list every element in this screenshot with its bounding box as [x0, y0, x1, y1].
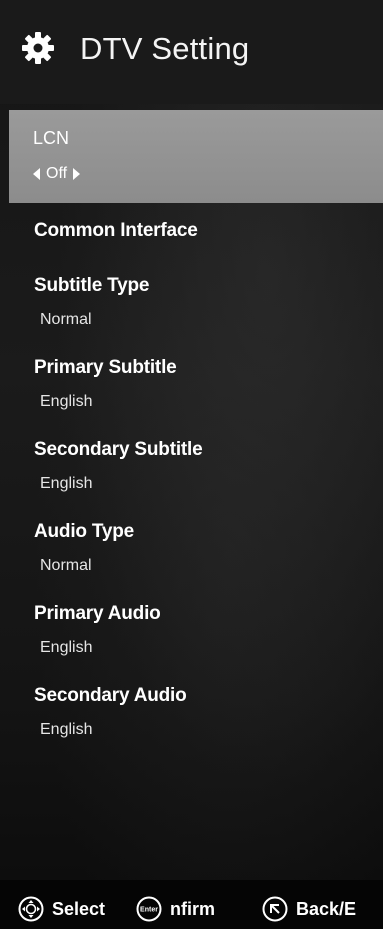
menu-item-value: English: [40, 475, 93, 492]
menu-item-value: English: [40, 721, 93, 738]
menu-item-primary-subtitle[interactable]: Primary Subtitle English: [34, 356, 364, 412]
dtv-setting-panel: DTV Setting LCN Off Common Interface Sub…: [0, 0, 383, 929]
back-hint: Back/E: [262, 896, 356, 922]
arrow-left-icon[interactable]: [33, 168, 40, 180]
menu-item-subtitle-type[interactable]: Subtitle Type Normal: [34, 274, 364, 330]
menu-item-value: English: [40, 639, 93, 656]
header: DTV Setting: [0, 0, 383, 104]
menu-item-primary-audio[interactable]: Primary Audio English: [34, 602, 364, 658]
enter-icon-text: Enter: [140, 907, 158, 914]
select-hint: Select: [18, 896, 105, 922]
select-label: Select: [52, 898, 106, 919]
back-icon: [262, 896, 288, 922]
lcn-value-selector[interactable]: Off: [33, 165, 81, 183]
page-title: DTV Setting: [80, 31, 250, 66]
menu-item-audio-type[interactable]: Audio Type Normal: [34, 520, 364, 576]
lcn-value: Off: [46, 165, 68, 182]
menu-item-secondary-subtitle[interactable]: Secondary Subtitle English: [34, 438, 364, 494]
enter-icon: Enter: [136, 896, 162, 922]
menu-item-label: Subtitle Type: [34, 275, 150, 296]
arrow-right-icon[interactable]: [73, 168, 81, 180]
menu-item-label: Primary Audio: [34, 603, 161, 624]
menu-item-label: Secondary Audio: [34, 685, 187, 706]
confirm-label: nfirm: [170, 898, 215, 919]
menu-item-label: Audio Type: [34, 521, 135, 542]
footer-hints: Select Enter nfirm Back/E: [0, 880, 383, 929]
menu-item-label: LCN: [33, 128, 70, 148]
confirm-hint: Enter nfirm: [136, 896, 215, 922]
dpad-icon: [18, 896, 44, 922]
menu-item-lcn[interactable]: LCN Off: [9, 110, 383, 203]
gear-icon: [22, 32, 54, 64]
menu-item-value: English: [40, 393, 93, 410]
back-label: Back/E: [296, 898, 357, 919]
menu-item-value: Normal: [40, 557, 92, 574]
menu-item-secondary-audio[interactable]: Secondary Audio English: [34, 684, 364, 740]
menu-item-label: Primary Subtitle: [34, 357, 177, 378]
menu-item-label: Secondary Subtitle: [34, 439, 203, 460]
menu-item-label: Common Interface: [34, 220, 198, 241]
menu-item-value: Normal: [40, 311, 92, 328]
menu-item-common-interface[interactable]: Common Interface: [34, 219, 364, 243]
